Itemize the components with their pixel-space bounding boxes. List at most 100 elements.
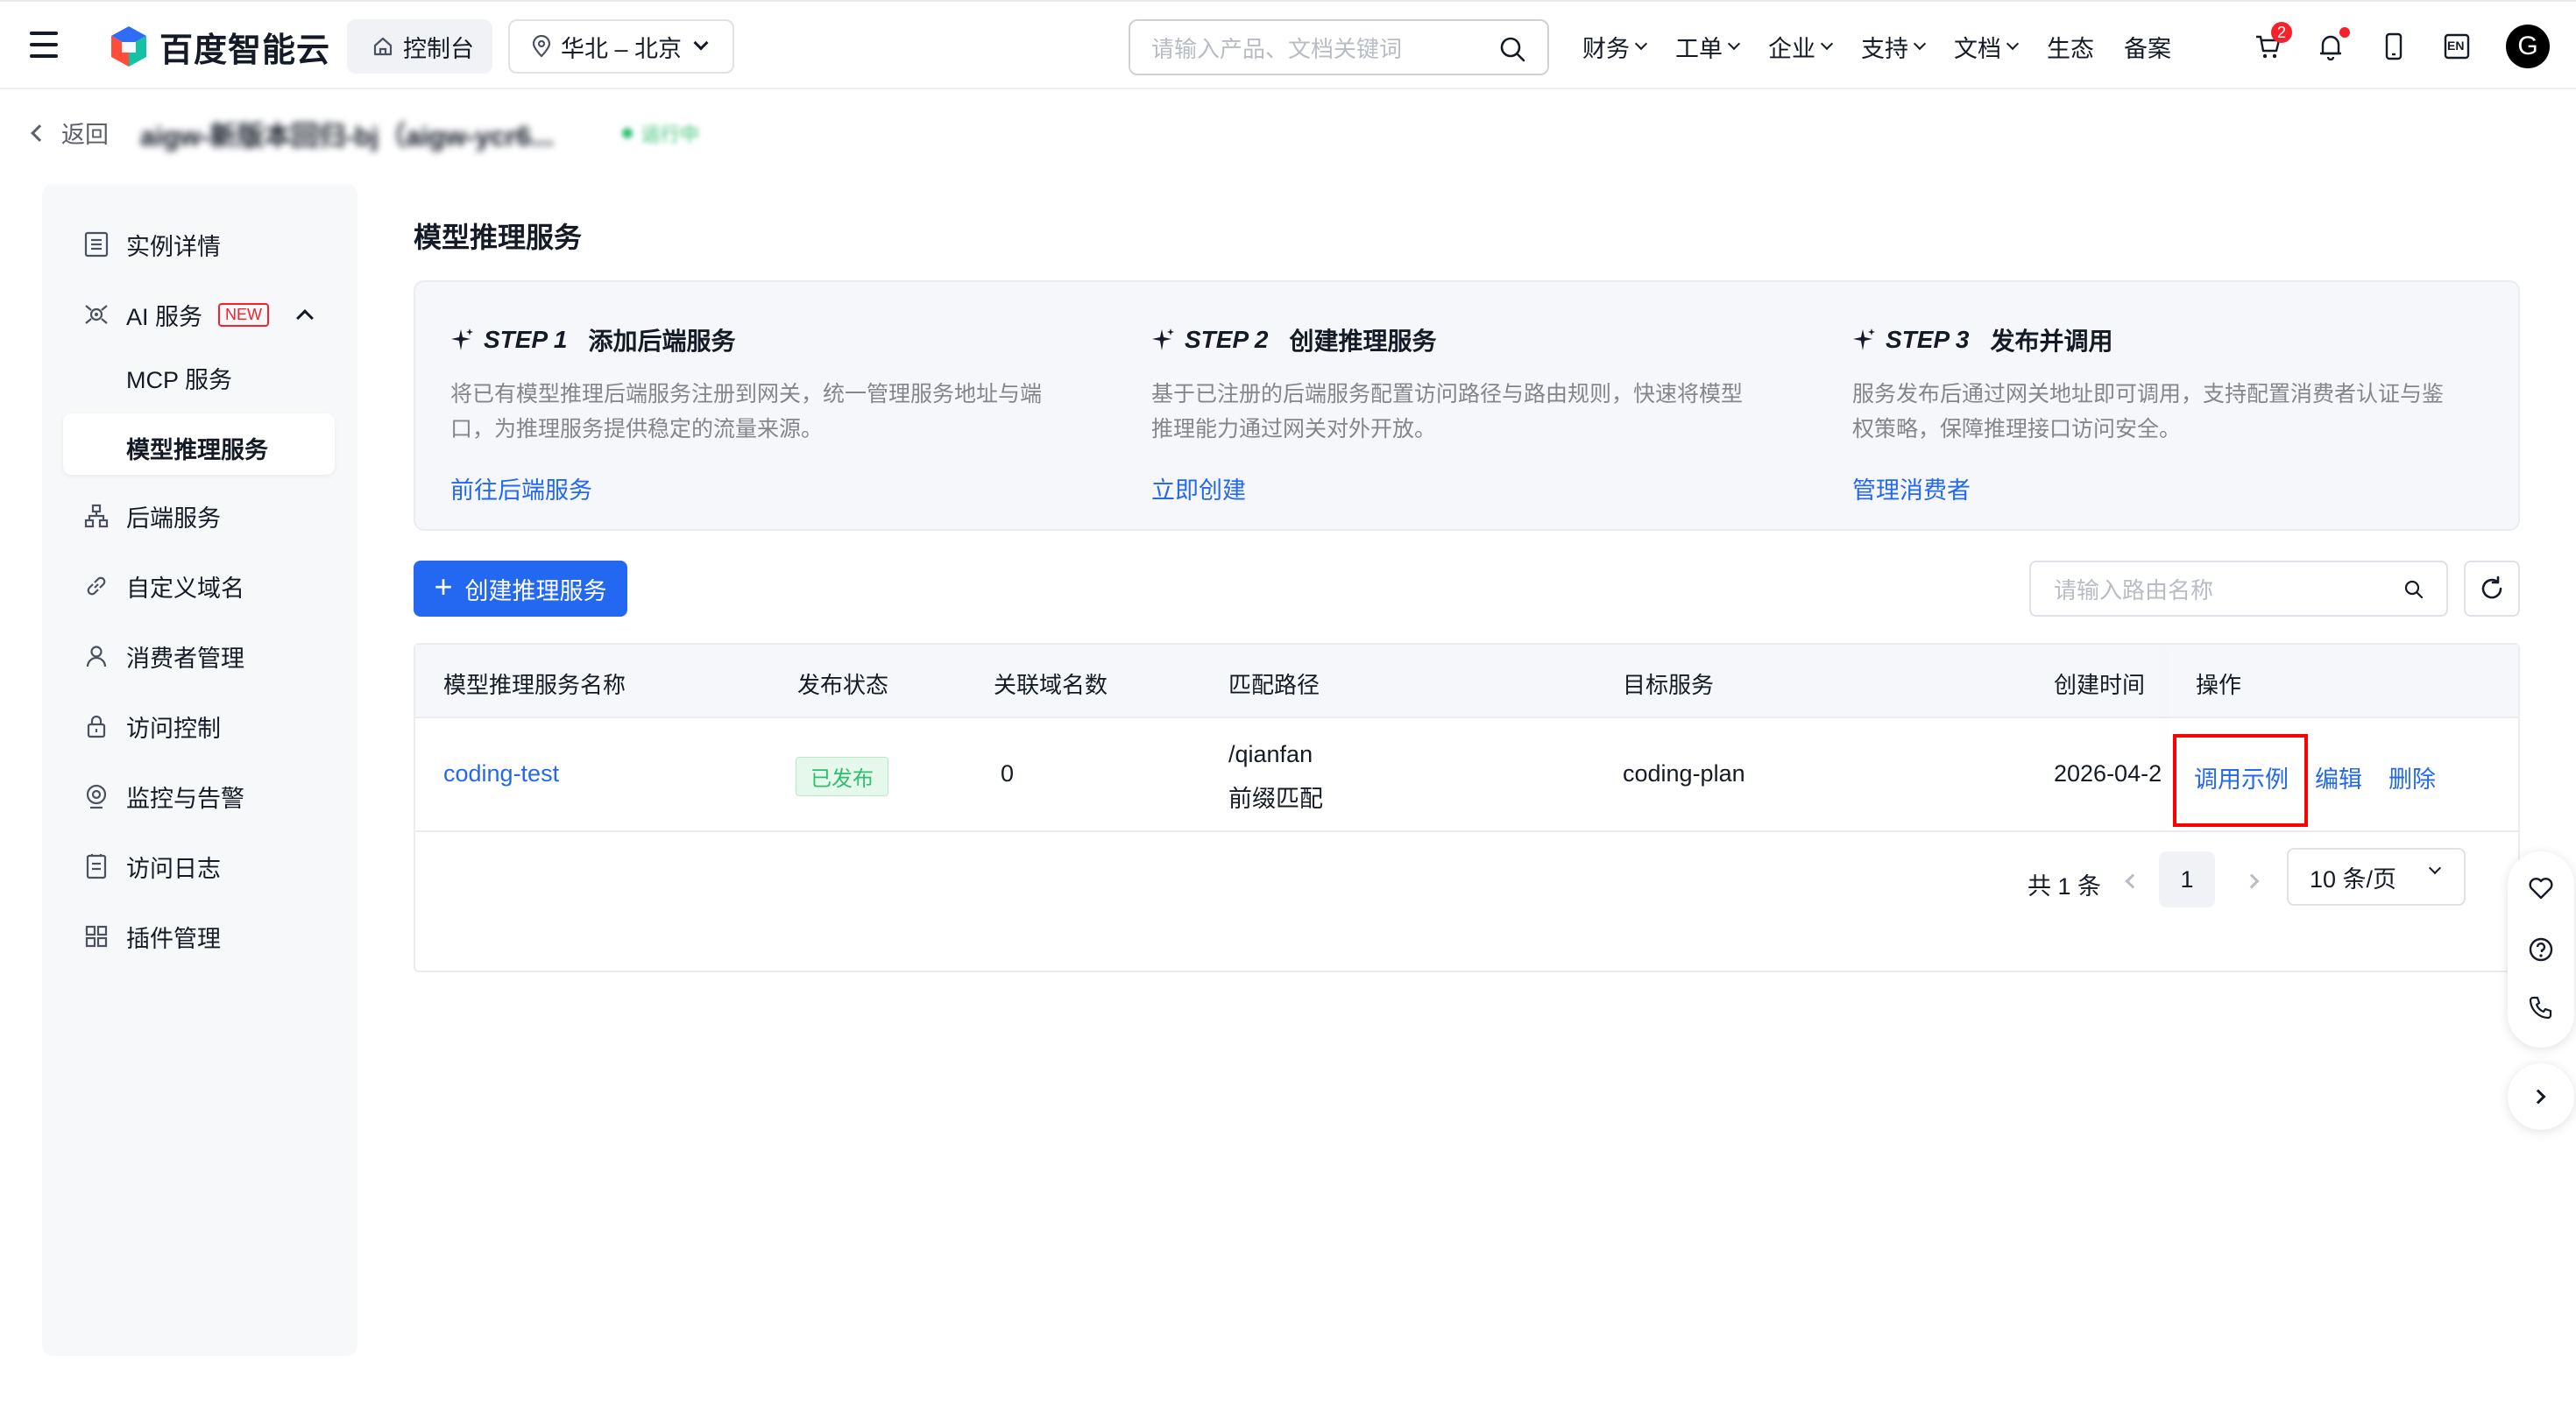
- nav-ecosystem-label: 生态: [2047, 35, 2094, 62]
- page-title: 模型推理服务: [414, 222, 583, 253]
- search-icon[interactable]: [2403, 578, 2425, 601]
- region-label: 华北 – 北京: [561, 35, 683, 62]
- chevron-down-icon: [1913, 37, 1927, 51]
- log-icon: [82, 852, 110, 880]
- help-icon[interactable]: [2527, 935, 2555, 964]
- route-search-placeholder: 请输入路由名称: [2054, 576, 2214, 604]
- list-icon: [82, 230, 110, 258]
- fixed-column-shadow: [2168, 645, 2169, 832]
- sidebar-item-custom-domain[interactable]: 自定义域名: [42, 557, 357, 615]
- sidebar-item-label: 后端服务: [126, 505, 221, 532]
- sidebar-item-access-log[interactable]: 访问日志: [42, 837, 357, 895]
- brand-logo[interactable]: 百度智能云: [107, 25, 330, 69]
- chevron-left-icon[interactable]: [2125, 873, 2141, 889]
- column-header-status: 发布状态: [797, 672, 889, 698]
- plus-icon: +: [434, 568, 453, 604]
- step-description-line: 基于已注册的后端服务配置访问路径与路由规则，快速将模型: [1151, 382, 1744, 406]
- chevron-up-icon[interactable]: [296, 309, 314, 327]
- nav-support[interactable]: 支持: [1861, 30, 1927, 64]
- sparkle-icon: [1853, 328, 1875, 350]
- global-search-input[interactable]: 请输入产品、文档关键词: [1129, 19, 1549, 75]
- step-number: STEP 1: [484, 326, 568, 353]
- cart-badge: 2: [2271, 22, 2292, 43]
- step-description: 服务发布后通过网关地址即可调用，支持配置消费者认证与鉴 权策略，保障推理接口访问…: [1852, 377, 2483, 447]
- target-service: coding-plan: [1623, 760, 1745, 787]
- route-search-input[interactable]: 请输入路由名称: [2029, 561, 2448, 617]
- current-page[interactable]: 1: [2159, 851, 2215, 907]
- create-now-link[interactable]: 立即创建: [1151, 471, 1782, 505]
- column-header-name: 模型推理服务名称: [443, 672, 626, 698]
- nav-ecosystem[interactable]: 生态: [2047, 30, 2094, 64]
- bell-icon[interactable]: [2315, 27, 2350, 62]
- instance-status: 运行中: [622, 119, 699, 147]
- new-badge: NEW: [218, 302, 270, 327]
- search-icon[interactable]: [1498, 35, 1526, 63]
- expand-panel-button[interactable]: [2508, 1063, 2574, 1130]
- chevron-down-icon: [2428, 861, 2442, 875]
- cart-icon[interactable]: 2: [2252, 22, 2292, 62]
- page-size-select[interactable]: 10 条/页: [2287, 848, 2466, 906]
- delete-link[interactable]: 删除: [2388, 760, 2436, 794]
- pagination: 共 1 条 1 10 条/页: [415, 846, 2518, 916]
- avatar[interactable]: G: [2506, 25, 2550, 68]
- sidebar-item-ai-service[interactable]: AI 服务 NEW: [42, 286, 357, 343]
- sidebar-item-label: 访问控制: [126, 715, 221, 742]
- nav-enterprise[interactable]: 企业: [1768, 30, 1834, 64]
- chevron-right-icon: [2530, 1089, 2546, 1105]
- phone-icon[interactable]: [2527, 993, 2555, 1021]
- sparkle-icon: [1152, 328, 1174, 350]
- column-header-domain-count: 关联域名数: [994, 672, 1108, 698]
- nav-finance-label: 财务: [1582, 35, 1630, 62]
- sidebar-item-monitoring[interactable]: 监控与告警: [42, 767, 357, 825]
- console-button[interactable]: 控制台: [347, 19, 492, 74]
- edit-link[interactable]: 编辑: [2315, 760, 2362, 794]
- create-inference-service-button[interactable]: + 创建推理服务: [414, 561, 627, 617]
- nav-ticket[interactable]: 工单: [1675, 30, 1741, 64]
- step-description: 基于已注册的后端服务配置访问路径与路由规则，快速将模型 推理能力通过网关对外开放…: [1151, 377, 1782, 447]
- user-icon: [82, 642, 110, 670]
- nav-filing[interactable]: 备案: [2124, 30, 2171, 64]
- sidebar-item-label: 自定义域名: [126, 575, 244, 602]
- sidebar-item-instance-detail[interactable]: 实例详情: [42, 215, 357, 273]
- home-icon: [373, 37, 393, 56]
- instance-status-label: 运行中: [641, 124, 700, 145]
- mobile-icon[interactable]: [2378, 31, 2410, 62]
- nav-docs[interactable]: 文档: [1954, 30, 2020, 64]
- chevron-down-icon: [2006, 37, 2020, 51]
- chevron-right-icon[interactable]: [2244, 873, 2260, 889]
- total-count: 共 1 条: [2028, 873, 2102, 900]
- steps-guide: STEP 1 添加后端服务 将已有模型推理后端服务注册到网关，统一管理服务地址与…: [414, 280, 2520, 531]
- sidebar-item-backend-service[interactable]: 后端服务: [42, 487, 357, 545]
- bell-glyph: [2320, 35, 2341, 60]
- match-type: 前缀匹配: [1228, 786, 1323, 812]
- inference-service-table: 模型推理服务名称 发布状态 关联域名数 匹配路径 目标服务 创建时间 操作 co…: [414, 643, 2520, 972]
- monitor-icon: [82, 782, 110, 810]
- manage-consumers-link[interactable]: 管理消费者: [1852, 471, 2483, 505]
- nav-support-label: 支持: [1861, 35, 1908, 62]
- step-title: 发布并调用: [1990, 328, 2113, 355]
- sidebar-item-consumer-mgmt[interactable]: 消费者管理: [42, 627, 357, 685]
- back-button[interactable]: 返回: [31, 116, 109, 150]
- region-select[interactable]: 华北 – 北京: [508, 19, 734, 74]
- back-label: 返回: [61, 122, 109, 148]
- sidebar-item-mcp-service[interactable]: MCP 服务: [126, 361, 232, 395]
- sidebar-item-plugin-mgmt[interactable]: 插件管理: [42, 907, 357, 965]
- link-icon: [82, 572, 110, 600]
- baidu-cloud-logo-icon: [111, 26, 146, 67]
- step-card: STEP 3 发布并调用 服务发布后通过网关地址即可调用，支持配置消费者认证与鉴…: [1852, 322, 2483, 505]
- nav-finance[interactable]: 财务: [1582, 30, 1648, 64]
- language-icon[interactable]: EN: [2441, 31, 2473, 62]
- chevron-down-icon: [1727, 37, 1741, 51]
- service-name-link[interactable]: coding-test: [443, 760, 559, 787]
- sidebar-item-model-inference[interactable]: 模型推理服务: [126, 431, 268, 465]
- lock-icon: [82, 712, 110, 740]
- refresh-button[interactable]: [2464, 561, 2520, 617]
- menu-icon[interactable]: [30, 32, 58, 58]
- heart-icon[interactable]: [2527, 874, 2555, 902]
- language-label: EN: [2447, 39, 2465, 53]
- sidebar-item-access-control[interactable]: 访问控制: [42, 697, 357, 755]
- create-button-label: 创建推理服务: [464, 577, 607, 604]
- nav-ticket-label: 工单: [1675, 35, 1723, 62]
- page-size-label: 10 条/页: [2310, 865, 2397, 893]
- goto-backend-link[interactable]: 前往后端服务: [450, 471, 1081, 505]
